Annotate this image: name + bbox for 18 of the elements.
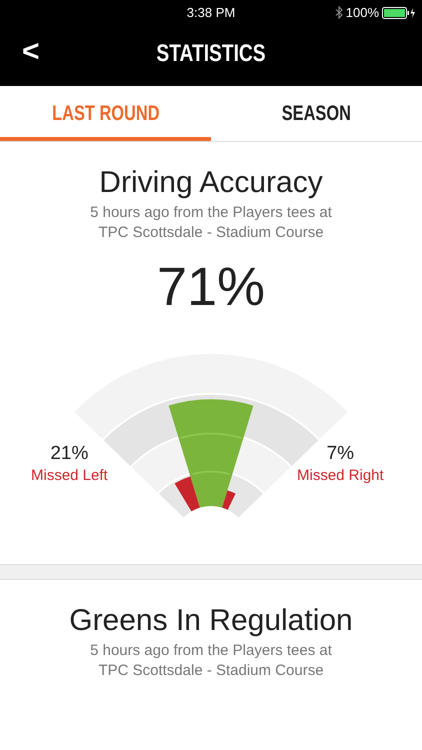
status-time: 3:38 PM: [186, 4, 236, 22]
battery-percent: 100%: [346, 4, 379, 22]
stat-title: Greens In Regulation: [68, 604, 354, 637]
stat-subtitle: TPC Scottsdale - Stadium Course: [97, 222, 325, 242]
tab[interactable]: SEASON: [211, 86, 422, 141]
miss-label: Missed Left: [31, 466, 108, 486]
bluetooth-icon: [334, 6, 343, 20]
miss-label: Missed Right: [297, 466, 384, 486]
stat-subtitle: 5 hours ago from the Players tees at: [89, 641, 333, 660]
miss-percent: 21%: [49, 444, 90, 465]
stat-subtitle: TPC Scottsdale - Stadium Course: [97, 660, 325, 680]
accuracy-value: 71%: [156, 260, 266, 314]
back-button[interactable]: <: [0, 37, 40, 71]
stat-title: Driving Accuracy: [98, 166, 324, 199]
battery-icon: [382, 6, 416, 19]
screen-title: STATISTICS: [156, 40, 266, 68]
stat-subtitle: 5 hours ago from the Players tees at: [89, 203, 333, 222]
miss-percent: 7%: [326, 444, 356, 465]
